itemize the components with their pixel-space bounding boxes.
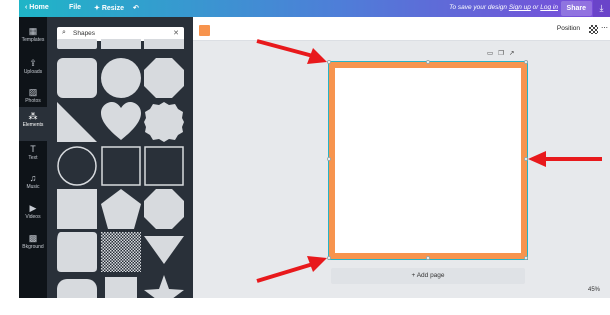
shape-rectangle-partial[interactable] bbox=[101, 39, 141, 51]
color-swatch[interactable] bbox=[199, 25, 210, 36]
shape-rectangle-partial[interactable] bbox=[57, 39, 97, 51]
photo-icon: ▨ bbox=[28, 87, 38, 97]
download-icon[interactable]: ⤓ bbox=[593, 0, 610, 17]
resize-handle[interactable] bbox=[426, 60, 430, 64]
shape-frame[interactable] bbox=[57, 232, 97, 272]
shape-circle-outline[interactable] bbox=[57, 146, 97, 186]
shape-star[interactable] bbox=[144, 275, 184, 298]
text-icon: T bbox=[30, 144, 36, 154]
elements-panel: ⌕ Shapes ✕ bbox=[47, 17, 193, 298]
resize-handle[interactable] bbox=[524, 256, 528, 260]
or-text: or bbox=[530, 4, 541, 11]
resize-handle[interactable] bbox=[426, 256, 430, 260]
zoom-level[interactable]: 45% bbox=[588, 287, 600, 293]
sidebar-item-elements[interactable]: ⁂ Elements bbox=[19, 107, 47, 141]
search-value: Shapes bbox=[73, 30, 96, 37]
shape-rounded-square[interactable] bbox=[57, 58, 97, 98]
sidebar-item-label: Music bbox=[26, 184, 40, 190]
close-icon[interactable]: ✕ bbox=[173, 29, 179, 37]
sidebar-item-label: Templates bbox=[21, 37, 45, 43]
checkerboard-icon[interactable] bbox=[589, 25, 598, 34]
top-bar: ‹ Home File ✦ Resize ↶ To save your desi… bbox=[19, 0, 610, 17]
shape-badge[interactable] bbox=[144, 102, 184, 142]
upload-icon: ⇪ bbox=[29, 58, 37, 68]
shape-octagon[interactable] bbox=[144, 58, 184, 98]
note-icon[interactable]: ▭ bbox=[487, 50, 493, 57]
shape-partial[interactable] bbox=[57, 275, 97, 298]
sidebar-item-templates[interactable]: ▦ Templates bbox=[19, 22, 47, 56]
shape-triangle-down[interactable] bbox=[144, 236, 184, 276]
elements-icon: ⁂ bbox=[28, 111, 38, 121]
design-page[interactable] bbox=[328, 61, 528, 260]
shape-pattern[interactable] bbox=[101, 232, 141, 272]
add-page-button[interactable]: + Add page bbox=[331, 268, 525, 284]
resize-button[interactable]: ✦ Resize bbox=[94, 4, 124, 12]
sidebar-item-label: Elements bbox=[22, 122, 44, 128]
annotation-arrow-top-left bbox=[256, 39, 327, 64]
home-label: Home bbox=[29, 4, 49, 11]
signup-link[interactable]: Sign up bbox=[509, 4, 531, 11]
undo-icon[interactable]: ↶ bbox=[133, 4, 139, 12]
save-message-prefix: To save your design bbox=[449, 4, 509, 11]
templates-icon: ▦ bbox=[28, 26, 38, 36]
shape-octagon[interactable] bbox=[144, 189, 184, 229]
shape-triangle-right[interactable] bbox=[57, 102, 97, 142]
share-page-icon[interactable]: ↗ bbox=[509, 50, 514, 57]
shape-rectangle-partial[interactable] bbox=[144, 39, 184, 51]
resize-handle[interactable] bbox=[524, 60, 528, 64]
save-message: To save your design Sign up or Log in bbox=[449, 4, 558, 11]
video-icon: ▶ bbox=[29, 203, 37, 213]
shape-circle[interactable] bbox=[101, 58, 141, 98]
file-menu[interactable]: File bbox=[69, 4, 81, 11]
sidebar-item-label: Photos bbox=[25, 98, 41, 104]
page-actions: ▭ ❐ ↗ bbox=[487, 49, 519, 57]
sidebar-item-background[interactable]: ▩ Bkground bbox=[19, 229, 47, 263]
sidebar: ▦ Templates ⇪ Uploads ▨ Photos ⁂ Elements TT… bbox=[19, 17, 47, 298]
shape-partial[interactable] bbox=[101, 275, 141, 298]
sidebar-item-label: Bkground bbox=[22, 244, 44, 250]
login-link[interactable]: Log in bbox=[540, 4, 558, 11]
copy-icon[interactable]: ❐ bbox=[498, 50, 504, 57]
resize-label: Resize bbox=[101, 5, 124, 12]
sidebar-item-label: Uploads bbox=[23, 69, 43, 75]
music-icon: ♫ bbox=[29, 173, 37, 183]
more-icon[interactable]: ⋯ bbox=[601, 24, 608, 32]
search-icon: ⌕ bbox=[62, 29, 66, 36]
shape-pentagon[interactable] bbox=[101, 189, 141, 229]
sidebar-item-videos[interactable]: ▶ Videos bbox=[19, 199, 47, 233]
home-button[interactable]: ‹ Home bbox=[25, 4, 49, 11]
shape-heart[interactable] bbox=[101, 102, 141, 142]
annotation-arrow-bottom-left bbox=[256, 256, 327, 283]
sidebar-item-label: Videos bbox=[25, 214, 41, 220]
shape-square-outline[interactable] bbox=[144, 146, 184, 186]
position-button[interactable]: Position bbox=[557, 25, 580, 32]
app-window: ‹ Home File ✦ Resize ↶ To save your desi… bbox=[0, 0, 610, 315]
annotation-arrow-right bbox=[528, 151, 602, 167]
bottom-strip bbox=[0, 298, 610, 315]
background-icon: ▩ bbox=[28, 233, 38, 243]
sidebar-item-music[interactable]: ♫ Music bbox=[19, 169, 47, 203]
shape-square[interactable] bbox=[57, 189, 97, 229]
shape-square-outline[interactable] bbox=[101, 146, 141, 186]
resize-handle[interactable] bbox=[327, 157, 331, 161]
share-button[interactable]: Share bbox=[560, 1, 592, 16]
sidebar-item-label: Text bbox=[28, 155, 38, 161]
